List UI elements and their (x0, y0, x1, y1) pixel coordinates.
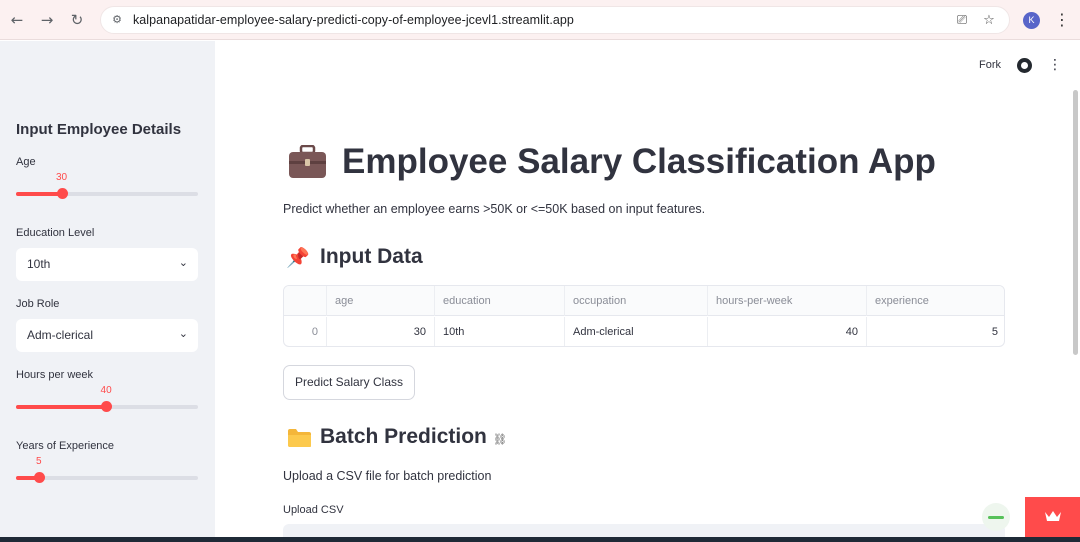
os-taskbar (0, 537, 1080, 542)
predict-button[interactable]: Predict Salary Class (283, 365, 415, 400)
page-scrollbar[interactable] (1073, 90, 1078, 355)
column-header[interactable]: occupation (565, 286, 708, 316)
back-arrow-icon[interactable]: ← (6, 9, 28, 31)
table-cell[interactable]: 10th (435, 317, 565, 346)
experience-slider-value: 5 (35, 456, 42, 467)
forward-arrow-icon[interactable]: → (36, 9, 58, 31)
upload-csv-label: Upload CSV (283, 504, 344, 516)
bookmark-star-icon[interactable]: ☆ (980, 12, 998, 30)
table-header-row: age education occupation hours-per-week … (284, 286, 1004, 316)
column-header[interactable]: education (435, 286, 565, 316)
age-slider-thumb[interactable] (56, 188, 68, 199)
hours-slider-thumb[interactable] (101, 401, 113, 412)
sidebar: Input Employee Details Age 30 Education … (0, 41, 215, 542)
hours-slider-value: 40 (100, 385, 112, 396)
column-header[interactable]: hours-per-week (708, 286, 867, 316)
education-select-value: 10th (27, 257, 51, 271)
address-bar[interactable]: ⚙ kalpanapatidar-employee-salary-predict… (100, 6, 1010, 34)
sidebar-title: Input Employee Details (16, 121, 182, 138)
table-row: 0 30 10th Adm-clerical 40 5 (284, 317, 1004, 346)
job-role-select[interactable]: Adm-clerical ⌄ (16, 319, 198, 352)
page-title: Employee Salary Classification App (342, 142, 936, 181)
app-status-icon[interactable] (982, 503, 1010, 531)
education-label: Education Level (16, 227, 95, 239)
experience-label: Years of Experience (16, 440, 115, 452)
github-icon[interactable] (1017, 58, 1032, 73)
age-slider-fill (16, 192, 62, 196)
batch-description: Upload a CSV file for batch prediction (283, 469, 492, 483)
url-text[interactable]: kalpanapatidar-employee-salary-predicti-… (133, 13, 574, 27)
browser-toolbar: ← → ↻ ⚙ kalpanapatidar-employee-salary-p… (0, 0, 1080, 40)
table-cell[interactable]: 40 (708, 317, 867, 346)
profile-avatar[interactable]: K (1023, 12, 1040, 29)
experience-slider-thumb[interactable] (33, 472, 45, 483)
input-dataframe[interactable]: age education occupation hours-per-week … (283, 285, 1005, 347)
hours-label: Hours per week (16, 369, 94, 381)
chevron-down-icon: ⌄ (178, 256, 188, 269)
job-role-label: Job Role (16, 298, 60, 310)
fork-link[interactable]: Fork (979, 59, 1001, 71)
site-info-icon[interactable]: ⚙ (109, 12, 125, 28)
column-header[interactable]: age (327, 286, 435, 316)
age-slider-value: 30 (55, 172, 68, 183)
hours-slider-fill (16, 405, 107, 409)
table-cell[interactable]: 30 (327, 317, 435, 346)
age-label: Age (16, 156, 36, 168)
more-vert-icon[interactable]: ⋮ (1054, 10, 1070, 30)
install-app-icon[interactable]: ⎚ (953, 12, 971, 30)
briefcase-icon (289, 145, 326, 178)
table-cell[interactable]: Adm-clerical (565, 317, 708, 346)
pushpin-icon: 📌 (286, 247, 310, 269)
hours-slider[interactable]: 40 (16, 385, 198, 412)
page-subtitle: Predict whether an employee earns >50K o… (283, 202, 706, 216)
crown-icon (1045, 511, 1061, 521)
batch-prediction-heading: Batch Prediction (320, 425, 487, 448)
column-header[interactable]: experience (867, 286, 1004, 316)
table-cell[interactable]: 5 (867, 317, 1004, 346)
education-select[interactable]: 10th ⌄ (16, 248, 198, 281)
index-header (284, 286, 327, 316)
link-icon[interactable]: ⛓ (493, 433, 507, 446)
folder-icon (288, 429, 311, 447)
manage-app-button[interactable] (1025, 497, 1080, 537)
age-slider[interactable]: 30 (16, 172, 198, 199)
row-index: 0 (284, 317, 327, 346)
chevron-down-icon: ⌄ (178, 327, 188, 340)
reload-icon[interactable]: ↻ (66, 9, 88, 31)
experience-slider[interactable]: 5 (16, 456, 198, 483)
main-menu-icon[interactable]: ⋮ (1048, 57, 1062, 73)
job-role-select-value: Adm-clerical (27, 328, 94, 342)
input-data-heading: Input Data (320, 245, 423, 268)
